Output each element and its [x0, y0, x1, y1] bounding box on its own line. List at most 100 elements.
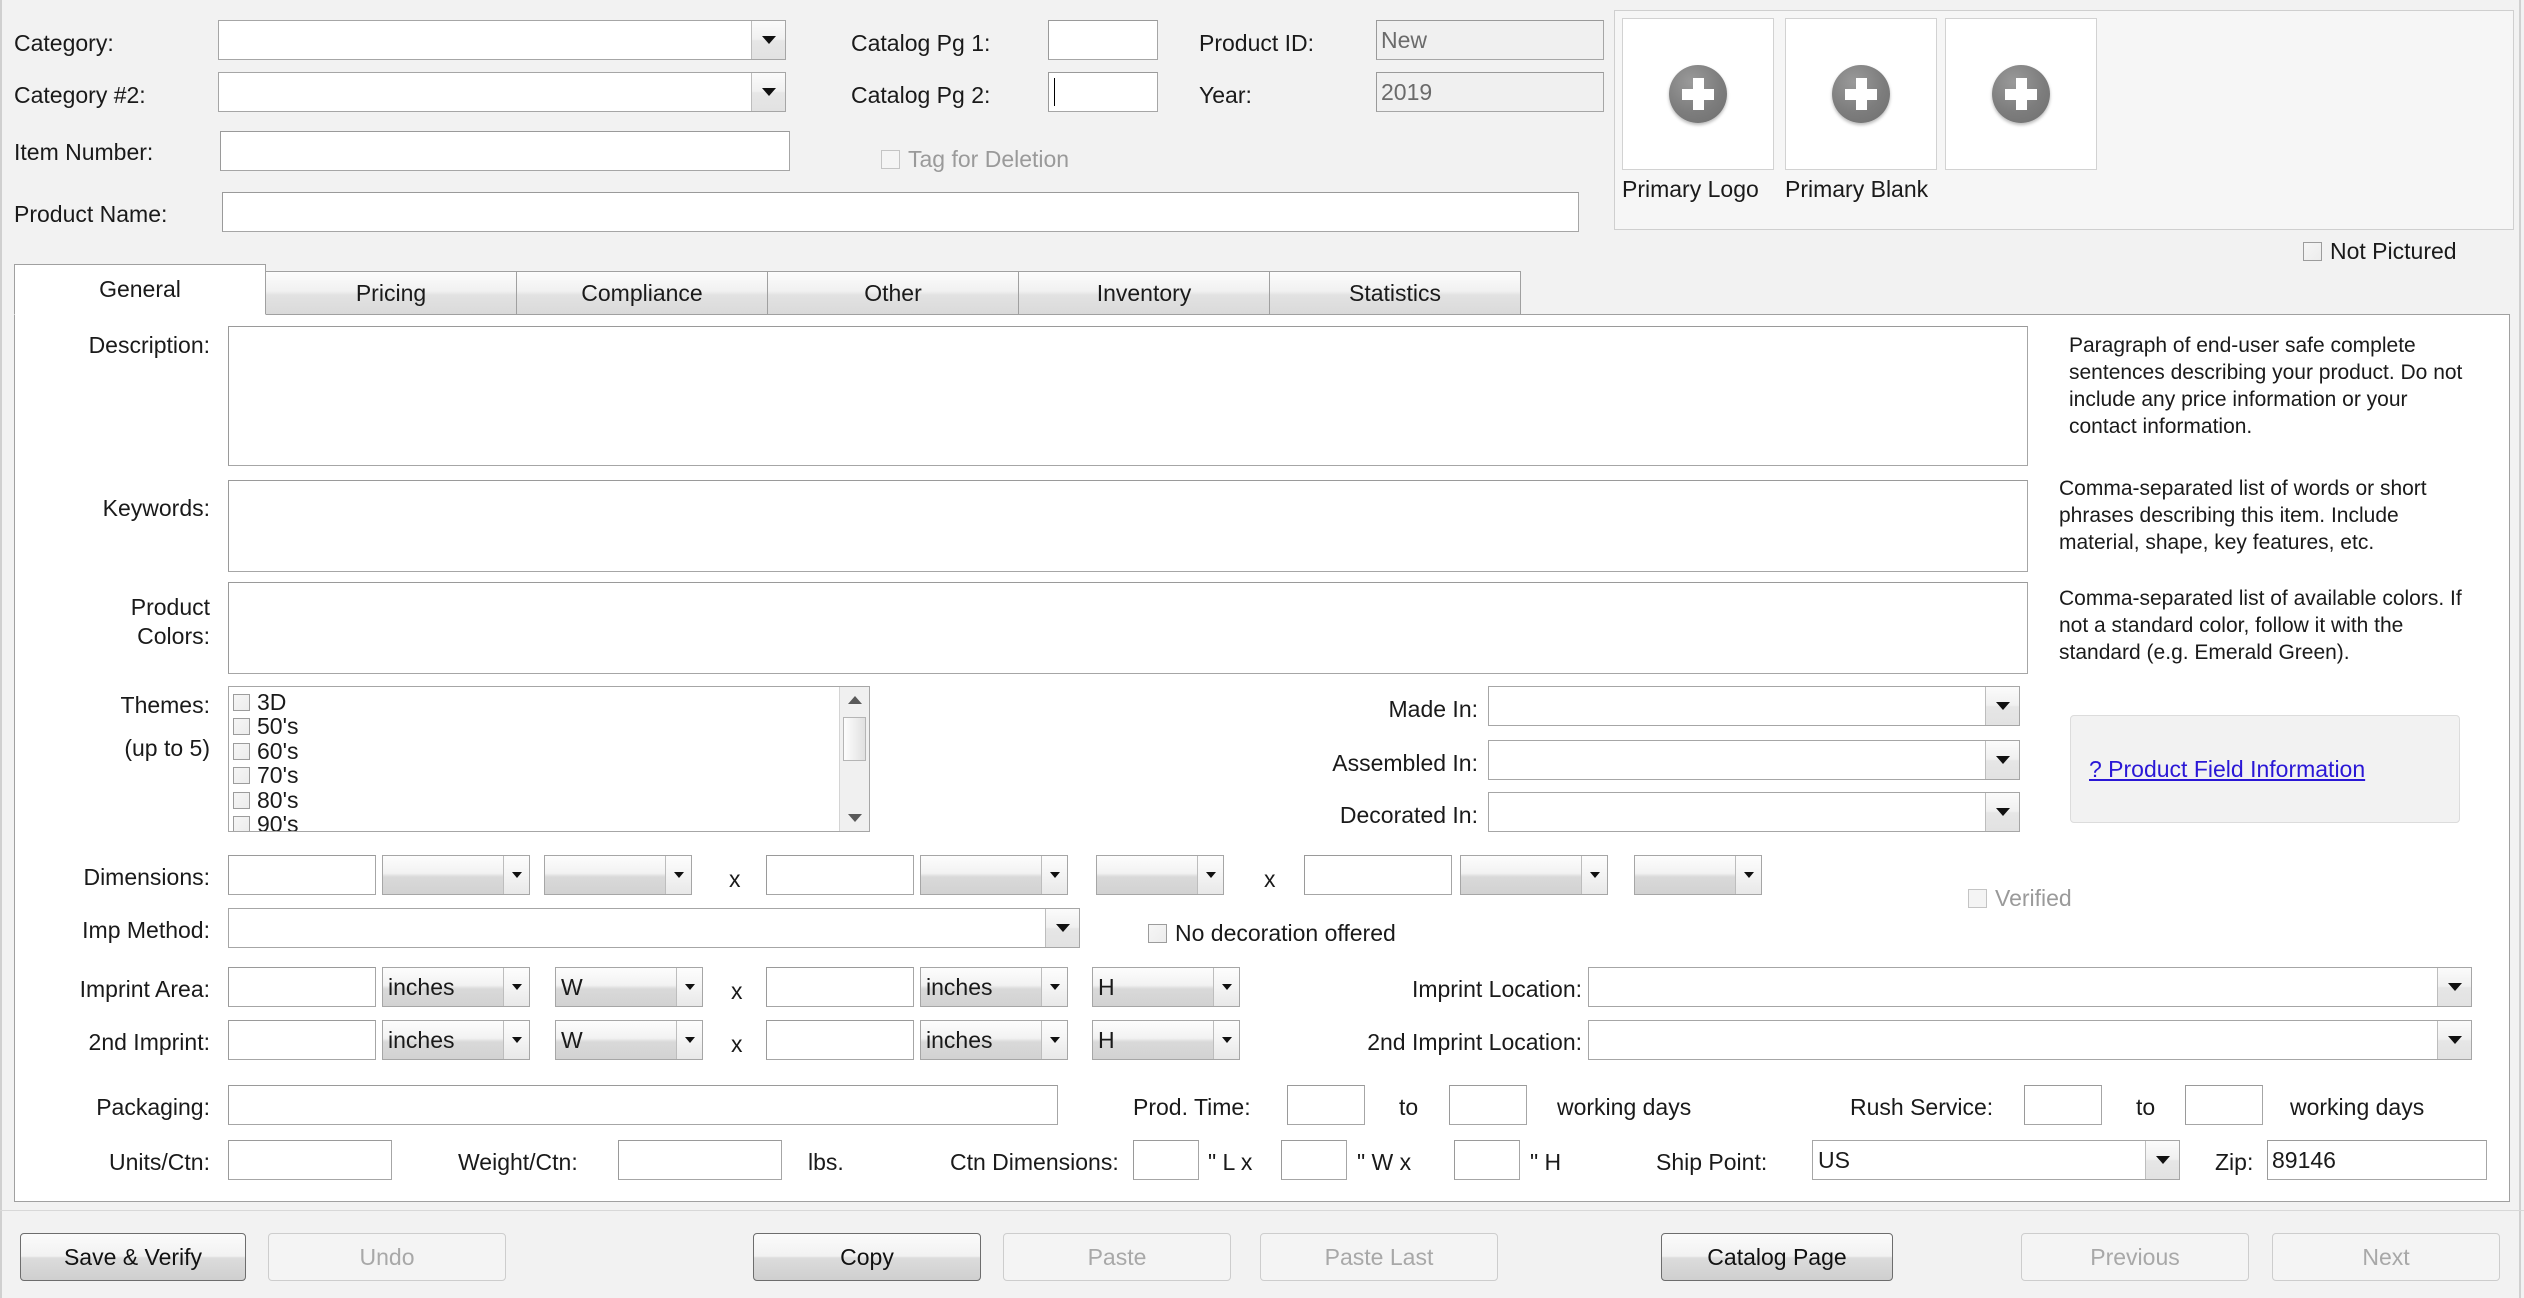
- tab-other[interactable]: Other: [767, 271, 1019, 315]
- chevron-down-icon[interactable]: [751, 21, 785, 59]
- catalog-pg2-input[interactable]: [1048, 72, 1158, 112]
- next-button[interactable]: Next: [2272, 1233, 2500, 1281]
- tab-compliance[interactable]: Compliance: [516, 271, 768, 315]
- tag-for-deletion-checkbox[interactable]: Tag for Deletion: [881, 146, 1069, 173]
- second-imprint-height-axis-combo[interactable]: H: [1092, 1020, 1240, 1060]
- dimension-2-value[interactable]: [766, 855, 914, 895]
- chevron-down-icon[interactable]: [1985, 687, 2019, 725]
- catalog-pg1-input[interactable]: [1048, 20, 1158, 60]
- ctn-length-input[interactable]: [1133, 1140, 1199, 1180]
- chevron-down-icon[interactable]: [751, 73, 785, 111]
- paste-button[interactable]: Paste: [1003, 1233, 1231, 1281]
- second-imprint-location-combo[interactable]: [1588, 1020, 2472, 1060]
- checkbox-icon[interactable]: [233, 767, 250, 785]
- chevron-down-icon[interactable]: [503, 856, 529, 894]
- chevron-down-icon[interactable]: [1041, 1021, 1067, 1059]
- imprint-height-axis-combo[interactable]: H: [1092, 967, 1240, 1007]
- second-imprint-width-value[interactable]: [228, 1020, 376, 1060]
- dimension-1-axis-combo[interactable]: [544, 855, 692, 895]
- chevron-down-icon[interactable]: [503, 968, 529, 1006]
- chevron-down-icon[interactable]: [2145, 1141, 2179, 1179]
- checkbox-icon[interactable]: [233, 816, 250, 831]
- chevron-down-icon[interactable]: [1985, 741, 2019, 779]
- decorated-in-combo[interactable]: [1488, 792, 2020, 832]
- ship-point-combo[interactable]: US: [1812, 1140, 2180, 1180]
- made-in-combo[interactable]: [1488, 686, 2020, 726]
- catalog-page-button[interactable]: Catalog Page: [1661, 1233, 1893, 1281]
- chevron-down-icon[interactable]: [1213, 968, 1239, 1006]
- chevron-down-icon[interactable]: [1197, 856, 1223, 894]
- product-field-information-link[interactable]: ? Product Field Information: [2089, 756, 2365, 783]
- prod-time-to-input[interactable]: [1449, 1085, 1527, 1125]
- assembled-in-combo[interactable]: [1488, 740, 2020, 780]
- product-field-information-box[interactable]: ? Product Field Information: [2070, 715, 2460, 823]
- list-item[interactable]: 70's: [233, 764, 839, 789]
- rush-service-from-input[interactable]: [2024, 1085, 2102, 1125]
- imp-method-combo[interactable]: [228, 908, 1080, 948]
- dimension-1-unit-combo[interactable]: [382, 855, 530, 895]
- checkbox-icon[interactable]: [233, 742, 250, 760]
- dimension-2-axis-combo[interactable]: [1096, 855, 1224, 895]
- copy-button[interactable]: Copy: [753, 1233, 981, 1281]
- second-imprint-width-axis-combo[interactable]: W: [555, 1020, 703, 1060]
- chevron-down-icon[interactable]: [1985, 793, 2019, 831]
- checkbox-icon[interactable]: [233, 718, 250, 736]
- chevron-down-icon[interactable]: [676, 968, 702, 1006]
- list-item[interactable]: 50's: [233, 715, 839, 740]
- themes-listbox[interactable]: 3D 50's 60's 70's 80's 90's: [228, 686, 870, 832]
- tab-general[interactable]: General: [14, 264, 266, 315]
- checkbox-icon[interactable]: [233, 693, 250, 711]
- chevron-down-icon[interactable]: [1735, 856, 1761, 894]
- thumbnail-primary-blank[interactable]: [1785, 18, 1937, 170]
- dimension-3-unit-combo[interactable]: [1460, 855, 1608, 895]
- dimension-3-value[interactable]: [1304, 855, 1452, 895]
- chevron-down-icon[interactable]: [2437, 1021, 2471, 1059]
- imprint-width-unit-combo[interactable]: inches: [382, 967, 530, 1007]
- ctn-width-input[interactable]: [1281, 1140, 1347, 1180]
- rush-service-to-input[interactable]: [2185, 1085, 2263, 1125]
- category2-combo[interactable]: [218, 72, 786, 112]
- chevron-down-icon[interactable]: [665, 856, 691, 894]
- ctn-height-input[interactable]: [1454, 1140, 1520, 1180]
- imprint-height-unit-combo[interactable]: inches: [920, 967, 1068, 1007]
- product-colors-textarea[interactable]: [228, 582, 2028, 674]
- keywords-textarea[interactable]: [228, 480, 2028, 572]
- imprint-width-value[interactable]: [228, 967, 376, 1007]
- scroll-down-icon[interactable]: [840, 805, 869, 831]
- chevron-down-icon[interactable]: [503, 1021, 529, 1059]
- verified-checkbox[interactable]: Verified: [1968, 885, 2072, 912]
- list-item[interactable]: 90's: [233, 813, 839, 831]
- no-decoration-offered-checkbox[interactable]: No decoration offered: [1148, 920, 1396, 947]
- category-combo[interactable]: [218, 20, 786, 60]
- chevron-down-icon[interactable]: [1041, 856, 1067, 894]
- chevron-down-icon[interactable]: [676, 1021, 702, 1059]
- prod-time-from-input[interactable]: [1287, 1085, 1365, 1125]
- second-imprint-height-value[interactable]: [766, 1020, 914, 1060]
- dimension-1-value[interactable]: [228, 855, 376, 895]
- thumbnail-primary-logo[interactable]: [1622, 18, 1774, 170]
- chevron-down-icon[interactable]: [1045, 909, 1079, 947]
- thumbnail-additional[interactable]: [1945, 18, 2097, 170]
- paste-last-button[interactable]: Paste Last: [1260, 1233, 1498, 1281]
- product-name-input[interactable]: [222, 192, 1579, 232]
- imprint-width-axis-combo[interactable]: W: [555, 967, 703, 1007]
- weight-ctn-input[interactable]: [618, 1140, 782, 1180]
- dimension-2-unit-combo[interactable]: [920, 855, 1068, 895]
- chevron-down-icon[interactable]: [2437, 968, 2471, 1006]
- dimension-3-axis-combo[interactable]: [1634, 855, 1762, 895]
- tab-pricing[interactable]: Pricing: [265, 271, 517, 315]
- imprint-height-value[interactable]: [766, 967, 914, 1007]
- undo-button[interactable]: Undo: [268, 1233, 506, 1281]
- item-number-input[interactable]: [220, 131, 790, 171]
- chevron-down-icon[interactable]: [1213, 1021, 1239, 1059]
- chevron-down-icon[interactable]: [1581, 856, 1607, 894]
- scroll-up-icon[interactable]: [840, 687, 869, 713]
- list-item[interactable]: 60's: [233, 739, 839, 764]
- scrollbar-thumb[interactable]: [843, 717, 866, 761]
- description-textarea[interactable]: [228, 326, 2028, 466]
- save-and-verify-button[interactable]: Save & Verify: [20, 1233, 246, 1281]
- chevron-down-icon[interactable]: [1041, 968, 1067, 1006]
- second-imprint-height-unit-combo[interactable]: inches: [920, 1020, 1068, 1060]
- tab-statistics[interactable]: Statistics: [1269, 271, 1521, 315]
- packaging-input[interactable]: [228, 1085, 1058, 1125]
